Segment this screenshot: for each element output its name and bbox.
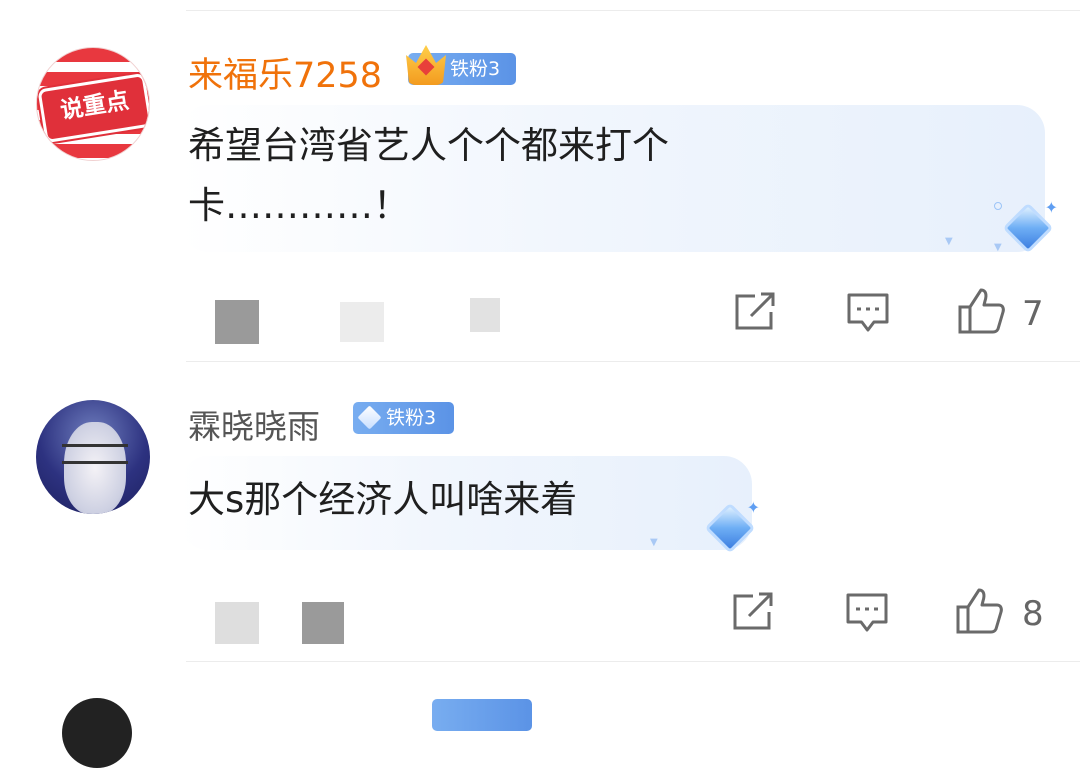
avatar-stamp-label: 说重点: [37, 72, 149, 144]
crown-icon: [406, 45, 446, 85]
share-button[interactable]: [733, 292, 777, 332]
like-count: 8: [1022, 594, 1044, 634]
thumbs-up-icon: [956, 588, 1003, 634]
like-count: 7: [1022, 294, 1044, 334]
share-icon: [735, 292, 775, 330]
fan-badge-label: 铁粉3: [450, 58, 501, 80]
like-button[interactable]: [955, 587, 1005, 635]
avatar[interactable]: [62, 698, 132, 768]
comment-icon: [847, 293, 889, 332]
sparkle-decoration-icon: ▼: [650, 537, 658, 548]
top-divider: [186, 10, 1080, 11]
reply-button[interactable]: [845, 592, 889, 634]
comment-divider: [186, 361, 1080, 362]
avatar[interactable]: [36, 400, 150, 514]
redacted-block: [215, 602, 259, 644]
comment-divider: [186, 661, 1080, 662]
sparkle-decoration-icon: ▼: [994, 242, 1002, 253]
share-icon: [733, 592, 773, 630]
fan-badge-label: 铁粉3: [386, 407, 437, 429]
redacted-block: [340, 302, 384, 342]
diamond-decoration-icon: ✦: [696, 498, 766, 558]
comment-text[interactable]: 大s那个经济人叫啥来着: [188, 470, 708, 530]
username[interactable]: 霖晓晓雨: [188, 400, 320, 448]
avatar[interactable]: 说重点: [36, 47, 150, 161]
comment-text[interactable]: 希望台湾省艺人个个都来打个卡…………！: [188, 116, 798, 236]
share-button[interactable]: [731, 592, 775, 632]
thumbs-up-icon: [958, 288, 1005, 334]
redacted-block: [470, 298, 500, 332]
diamond-decoration-icon: ✦: [994, 198, 1064, 258]
redacted-block: [302, 602, 344, 644]
diamond-icon: [357, 405, 382, 430]
username[interactable]: 来福乐7258: [188, 47, 382, 98]
sparkle-decoration-icon: ▼: [945, 236, 953, 247]
fan-badge[interactable]: 铁粉3: [406, 45, 516, 85]
fan-badge[interactable]: 铁粉3: [353, 402, 454, 434]
like-button[interactable]: [957, 287, 1007, 335]
reply-button[interactable]: [846, 292, 890, 334]
fan-badge[interactable]: [432, 699, 532, 731]
redacted-block: [215, 300, 259, 344]
comment-icon: [846, 593, 888, 632]
